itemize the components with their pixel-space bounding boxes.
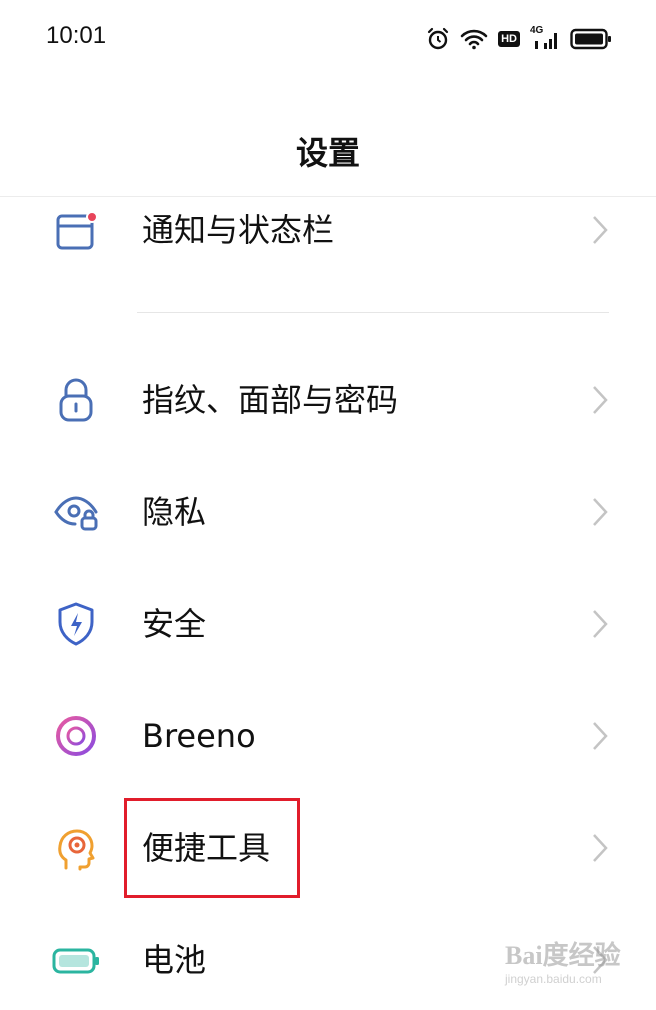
settings-item-label: 电池 xyxy=(142,941,207,979)
watermark-url: jingyan.baidu.com xyxy=(505,972,602,986)
settings-item-label: 指纹、面部与密码 xyxy=(142,381,399,419)
chevron-right-icon xyxy=(590,384,610,416)
cellular-4g-icon: 4G xyxy=(530,25,560,51)
battery-icon xyxy=(570,28,612,50)
watermark-brand: Bai度经验 xyxy=(505,941,621,970)
highlight-annotation-box xyxy=(124,798,300,898)
status-time: 10:01 xyxy=(46,22,107,49)
wifi-icon xyxy=(460,28,488,50)
section-divider xyxy=(137,312,609,313)
settings-item-label: 隐私 xyxy=(142,493,207,531)
chevron-right-icon xyxy=(590,214,610,246)
page-title: 设置 xyxy=(295,134,360,172)
breeno-icon xyxy=(52,712,100,760)
settings-item-label: Breeno xyxy=(142,717,256,755)
settings-item-fingerprint-face-password[interactable]: 指纹、面部与密码 xyxy=(0,350,656,450)
status-icons: HD 4G xyxy=(426,22,612,56)
settings-item-breeno[interactable]: Breeno xyxy=(0,686,656,786)
settings-item-security[interactable]: 安全 xyxy=(0,574,656,674)
settings-item-privacy[interactable]: 隐私 xyxy=(0,462,656,562)
notification-icon xyxy=(52,206,100,254)
settings-item-label: 通知与状态栏 xyxy=(142,211,335,249)
settings-item-convenience-tools[interactable]: 便捷工具 xyxy=(0,798,656,898)
chevron-right-icon xyxy=(590,832,610,864)
chevron-right-icon xyxy=(590,720,610,752)
baidu-watermark: Bai度经验 jingyan.baidu.com xyxy=(505,935,635,995)
alarm-icon xyxy=(426,27,450,51)
lock-icon xyxy=(52,376,100,424)
battery-settings-icon xyxy=(52,936,100,984)
status-bar: 10:01 HD 4G xyxy=(0,0,656,78)
chevron-right-icon xyxy=(590,608,610,640)
chevron-right-icon xyxy=(590,496,610,528)
settings-item-label: 安全 xyxy=(142,605,207,643)
security-shield-icon xyxy=(52,600,100,648)
hd-badge: HD xyxy=(498,31,520,47)
settings-item-notifications[interactable]: 通知与状态栏 xyxy=(0,180,656,280)
convenience-tools-icon xyxy=(52,824,100,872)
privacy-eye-icon xyxy=(52,488,100,536)
